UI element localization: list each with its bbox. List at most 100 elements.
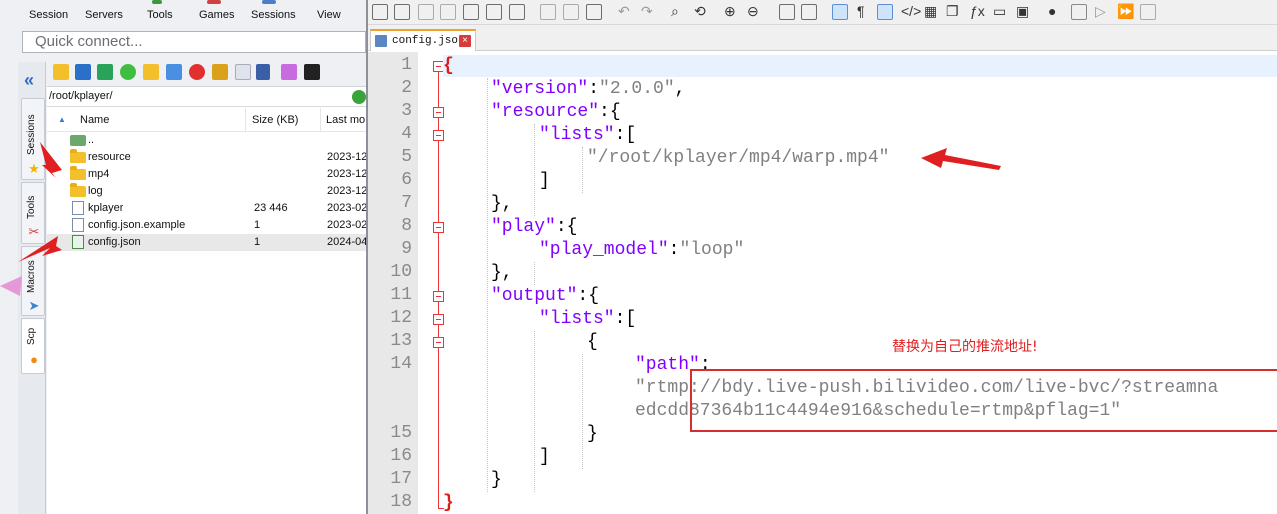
zoom-out-icon[interactable]: ⊖ [747, 3, 759, 19]
follow-terminal-icon[interactable] [256, 64, 270, 80]
replace-icon[interactable]: ⟲ [694, 3, 706, 19]
file-row-mp4[interactable]: mp4 2023-12 [47, 166, 368, 183]
copy-icon[interactable] [563, 4, 579, 20]
sync-vertical-icon[interactable] [779, 4, 795, 20]
quick-connect-input[interactable]: Quick connect... [22, 31, 366, 53]
remote-path-input[interactable]: /root/kplayer/ [47, 87, 367, 107]
file-row-config-example[interactable]: config.json.example 1 2023-02 [47, 217, 367, 234]
file-row-kplayer[interactable]: kplayer 23 446 2023-02 [47, 200, 368, 217]
file-row-up[interactable]: .. [47, 132, 367, 149]
run-macro-multiple-icon[interactable]: ⏩ [1117, 3, 1134, 19]
file-name: config.json.example [88, 219, 186, 231]
sftp-file-browser: /root/kplayer/ ▲ Name Size (KB) Last mo … [47, 56, 368, 514]
code-line-2: "version":"2.0.0", [491, 79, 686, 99]
close-icon[interactable] [463, 4, 479, 20]
menu-tools[interactable]: Tools [147, 9, 173, 21]
zoom-in-icon[interactable]: ⊕ [724, 3, 736, 19]
file-row-resource[interactable]: resource 2023-12 [47, 149, 367, 166]
redo-icon[interactable]: ↷ [641, 3, 653, 19]
line-number: 11 [390, 285, 412, 305]
code-line-6: ] [539, 171, 550, 191]
new-file-icon[interactable] [166, 64, 182, 80]
line-number: 18 [390, 492, 412, 512]
paste-icon[interactable] [586, 4, 602, 20]
open-icon[interactable] [394, 4, 410, 20]
save-all-icon[interactable] [440, 4, 456, 20]
stop-record-icon[interactable] [1071, 4, 1087, 20]
file-modified: 2024-04 [327, 236, 368, 248]
map-icon[interactable]: ▦ [924, 3, 937, 19]
menu-games[interactable]: Games [199, 9, 234, 21]
file-row-config-json[interactable]: config.json 1 2024-04 [47, 234, 368, 251]
line-number: 13 [390, 331, 412, 351]
new-icon[interactable] [372, 4, 388, 20]
go-icon[interactable] [352, 90, 366, 104]
sync-horizontal-icon[interactable] [801, 4, 817, 20]
line-number: 6 [401, 170, 412, 190]
scp-icon: ● [30, 352, 38, 367]
record-macro-icon[interactable]: ● [1048, 3, 1056, 19]
fold-line [438, 62, 439, 508]
collapse-sidebar-icon[interactable]: « [24, 70, 34, 91]
tab-close-icon[interactable]: × [459, 35, 471, 47]
line-number: 16 [390, 446, 412, 466]
close-all-icon[interactable] [486, 4, 502, 20]
save-macro-icon[interactable] [1140, 4, 1156, 20]
terminal-icon[interactable] [304, 64, 320, 80]
sessions-icon [262, 0, 276, 4]
menu-session[interactable]: Session [29, 9, 68, 21]
new-folder-icon[interactable] [143, 64, 159, 80]
cut-icon[interactable] [540, 4, 556, 20]
xml-tag-icon[interactable]: </> [901, 3, 921, 19]
find-icon[interactable]: ⌕ [671, 3, 679, 19]
column-size[interactable]: Size (KB) [252, 114, 298, 126]
show-all-chars-icon[interactable]: ¶ [857, 3, 865, 19]
code-line-7: }, [491, 194, 513, 214]
tools-icon [152, 0, 162, 4]
parent-folder-icon[interactable] [53, 64, 69, 80]
annotation-text: 替换为自己的推流地址! [892, 339, 1038, 355]
upload-icon[interactable] [97, 64, 113, 80]
file-name: log [88, 185, 103, 197]
delete-icon[interactable] [189, 64, 205, 80]
word-wrap-icon[interactable] [832, 4, 848, 20]
column-modified[interactable]: Last mo [326, 114, 365, 126]
line-number: 7 [401, 193, 412, 213]
line-number: 14 [390, 354, 412, 374]
doc-list-icon[interactable]: ❐ [946, 3, 959, 19]
download-icon[interactable] [75, 64, 91, 80]
file-modified: 2023-02 [327, 202, 368, 214]
tab-config-json[interactable]: config.json × [370, 29, 476, 51]
menu-servers[interactable]: Servers [85, 9, 123, 21]
code-line-8: "play":{ [491, 217, 578, 237]
rename-icon[interactable] [235, 64, 251, 80]
column-name[interactable]: Name [80, 114, 109, 126]
undo-icon[interactable]: ↶ [618, 3, 630, 19]
file-name: mp4 [88, 168, 110, 180]
magic-wand-icon[interactable] [281, 64, 297, 80]
code-line-15: } [587, 424, 598, 444]
file-modified: 2023-12 [327, 168, 368, 180]
editor-toolbar: ↶ ↷ ⌕ ⟲ ⊕ ⊖ ¶ </> ▦ ❐ ƒx ▭ ▣ ● ▷ ⏩ [368, 0, 1277, 25]
code-line-3: "resource":{ [491, 102, 621, 122]
menu-view[interactable]: View [317, 9, 341, 21]
permissions-icon[interactable] [212, 64, 228, 80]
file-row-log[interactable]: log 2023-12 [47, 183, 367, 200]
line-number: 12 [390, 308, 412, 328]
code-line-10: }, [491, 263, 513, 283]
refresh-icon[interactable] [120, 64, 136, 80]
menu-sessions[interactable]: Sessions [251, 9, 296, 21]
print-icon[interactable] [509, 4, 525, 20]
function-list-icon[interactable]: ƒx [970, 3, 985, 19]
code-area[interactable]: { "version":"2.0.0", "resource":{ "lists… [443, 52, 1277, 514]
monitor-icon[interactable]: ▭ [993, 3, 1006, 19]
line-number: 15 [390, 423, 412, 443]
folder-workspace-icon[interactable]: ▣ [1016, 3, 1029, 19]
code-line-1: { [443, 56, 454, 76]
tab-scp[interactable]: Scp ● [21, 318, 45, 374]
indent-guide-icon[interactable] [877, 4, 893, 20]
save-icon[interactable] [418, 4, 434, 20]
session-manager-panel: Session Servers Tools Games Sessions Vie… [0, 0, 368, 514]
play-macro-icon[interactable]: ▷ [1095, 3, 1106, 19]
code-line-18: } [443, 493, 454, 513]
